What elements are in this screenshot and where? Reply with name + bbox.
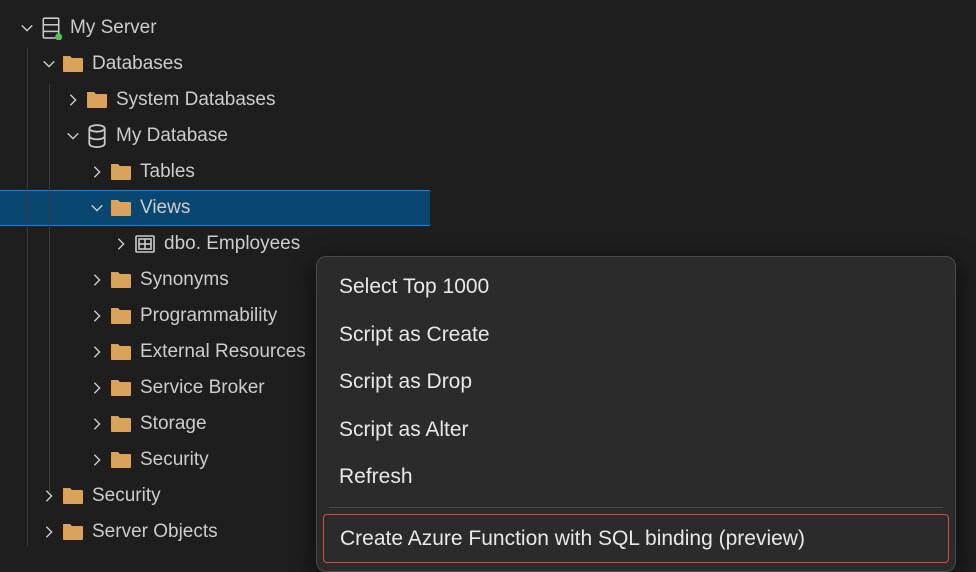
folder-icon	[110, 197, 132, 219]
tree-label: Service Broker	[140, 377, 265, 399]
folder-icon	[110, 269, 132, 291]
tree-label: My Database	[116, 125, 228, 147]
server-icon	[40, 17, 62, 39]
tree-label: Databases	[92, 53, 183, 75]
tree-node-tables[interactable]: Tables	[0, 154, 430, 190]
chevron-right-icon	[40, 523, 58, 541]
tree-label: External Resources	[140, 341, 306, 363]
folder-icon	[110, 305, 132, 327]
chevron-right-icon	[88, 163, 106, 181]
context-menu: Select Top 1000 Script as Create Script …	[316, 256, 956, 572]
chevron-right-icon	[88, 415, 106, 433]
tree-node-my-database[interactable]: My Database	[0, 118, 430, 154]
tree-node-databases[interactable]: Databases	[0, 46, 430, 82]
tree-label: dbo. Employees	[164, 233, 300, 255]
menu-item-select-top[interactable]: Select Top 1000	[317, 263, 955, 311]
tree-label: My Server	[70, 17, 157, 39]
menu-separator	[329, 507, 943, 508]
tree-label: Synonyms	[140, 269, 229, 291]
chevron-right-icon	[88, 379, 106, 397]
folder-icon	[110, 449, 132, 471]
chevron-right-icon	[88, 343, 106, 361]
tree-label: Security	[140, 449, 209, 471]
chevron-right-icon	[64, 91, 82, 109]
folder-icon	[110, 341, 132, 363]
tree-label: Storage	[140, 413, 207, 435]
tree-node-views[interactable]: Views	[0, 190, 430, 226]
folder-icon	[62, 521, 84, 543]
folder-icon	[110, 377, 132, 399]
menu-item-script-drop[interactable]: Script as Drop	[317, 358, 955, 406]
chevron-right-icon	[40, 487, 58, 505]
chevron-down-icon	[40, 55, 58, 73]
chevron-right-icon	[88, 271, 106, 289]
folder-icon	[110, 413, 132, 435]
folder-icon	[62, 485, 84, 507]
tree-node-server[interactable]: My Server	[0, 10, 430, 46]
chevron-down-icon	[18, 19, 36, 37]
database-icon	[86, 125, 108, 147]
menu-item-script-create[interactable]: Script as Create	[317, 311, 955, 359]
view-icon	[134, 233, 156, 255]
chevron-right-icon	[88, 307, 106, 325]
chevron-right-icon	[112, 235, 130, 253]
chevron-down-icon	[64, 127, 82, 145]
tree-label: Security	[92, 485, 161, 507]
folder-icon	[62, 53, 84, 75]
tree-label: Tables	[140, 161, 195, 183]
tree-label: System Databases	[116, 89, 275, 111]
tree-label: Programmability	[140, 305, 277, 327]
tree-node-system-databases[interactable]: System Databases	[0, 82, 430, 118]
folder-icon	[86, 89, 108, 111]
chevron-right-icon	[88, 451, 106, 469]
menu-item-refresh[interactable]: Refresh	[317, 453, 955, 501]
folder-icon	[110, 161, 132, 183]
menu-item-script-alter[interactable]: Script as Alter	[317, 406, 955, 454]
tree-label: Views	[140, 197, 190, 219]
chevron-down-icon	[88, 199, 106, 217]
tree-label: Server Objects	[92, 521, 218, 543]
